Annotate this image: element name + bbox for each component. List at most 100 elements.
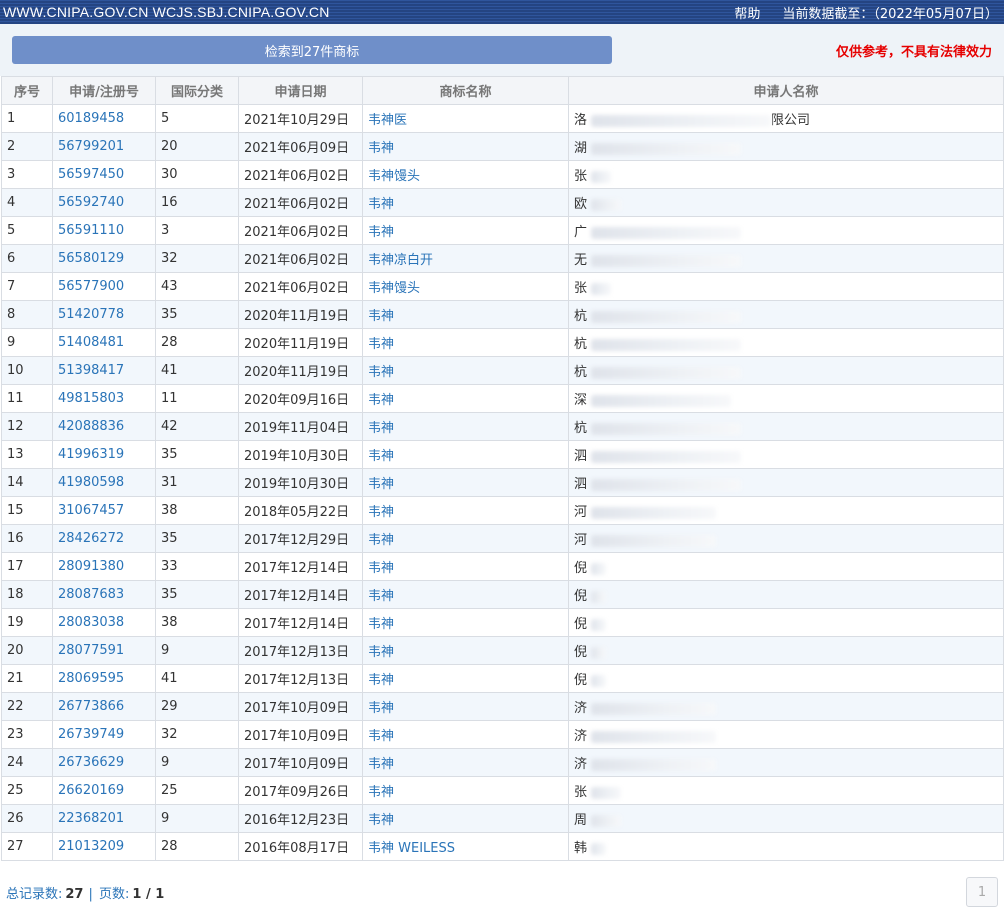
applicant-cell: 倪 (568, 636, 1004, 665)
table-row[interactable]: 23 26739749 32 2017年10月09日 韦神济 (1, 720, 1004, 749)
registration-number-link[interactable]: 26736629 (52, 748, 156, 777)
applicant-redacted (591, 814, 622, 827)
trademark-name-link[interactable]: 韦神 (362, 524, 569, 553)
registration-number-link[interactable]: 26620169 (52, 776, 156, 805)
result-toolbar: 检索到27件商标 仅供参考，不具有法律效力 (0, 24, 1004, 76)
table-row[interactable]: 22 26773866 29 2017年10月09日 韦神济 (1, 692, 1004, 721)
table-row[interactable]: 10 51398417 41 2020年11月19日 韦神杭 (1, 356, 1004, 385)
trademark-name-link[interactable]: 韦神 (362, 328, 569, 357)
registration-number-link[interactable]: 41980598 (52, 468, 156, 497)
registration-number-link[interactable]: 56799201 (52, 132, 156, 161)
table-row[interactable]: 5 56591110 3 2021年06月02日 韦神广 (1, 216, 1004, 245)
table-row[interactable]: 19 28083038 38 2017年12月14日 韦神倪 (1, 608, 1004, 637)
result-count-button[interactable]: 检索到27件商标 (12, 36, 612, 64)
registration-number-link[interactable]: 56592740 (52, 188, 156, 217)
trademark-name-link[interactable]: 韦神医 (362, 104, 569, 133)
table-row[interactable]: 14 41980598 31 2019年10月30日 韦神泗 (1, 468, 1004, 497)
table-row[interactable]: 27 21013209 28 2016年08月17日 韦神 WEILESS 韩 (1, 832, 1004, 861)
trademark-name-link[interactable]: 韦神 (362, 216, 569, 245)
trademark-name-link[interactable]: 韦神 (362, 580, 569, 609)
trademark-name-link[interactable]: 韦神 (362, 412, 569, 441)
registration-number-link[interactable]: 51420778 (52, 300, 156, 329)
column-header-class[interactable]: 国际分类 (155, 76, 239, 105)
table-row[interactable]: 8 51420778 35 2020年11月19日 韦神杭 (1, 300, 1004, 329)
trademark-name-link[interactable]: 韦神 (362, 496, 569, 525)
page-number-button[interactable]: 1 (966, 877, 998, 907)
table-row[interactable]: 4 56592740 16 2021年06月02日 韦神欧 (1, 188, 1004, 217)
table-row[interactable]: 21 28069595 41 2017年12月13日 韦神倪 (1, 664, 1004, 693)
column-header-index[interactable]: 序号 (1, 76, 53, 105)
trademark-name-link[interactable]: 韦神 (362, 748, 569, 777)
registration-number-link[interactable]: 56580129 (52, 244, 156, 273)
registration-number-link[interactable]: 42088836 (52, 412, 156, 441)
column-header-date[interactable]: 申请日期 (238, 76, 363, 105)
trademark-name-link[interactable]: 韦神 (362, 132, 569, 161)
trademark-name-link[interactable]: 韦神 (362, 356, 569, 385)
registration-number-link[interactable]: 56591110 (52, 216, 156, 245)
trademark-name-link[interactable]: 韦神 (362, 440, 569, 469)
table-row[interactable]: 17 28091380 33 2017年12月14日 韦神倪 (1, 552, 1004, 581)
table-row[interactable]: 1 60189458 5 2021年10月29日 韦神医洛 限公司 (1, 104, 1004, 133)
table-row[interactable]: 26 22368201 9 2016年12月23日 韦神周 (1, 804, 1004, 833)
trademark-name-link[interactable]: 韦神凉白开 (362, 244, 569, 273)
table-row[interactable]: 13 41996319 35 2019年10月30日 韦神泗 (1, 440, 1004, 469)
help-link[interactable]: 帮助 (734, 3, 760, 22)
registration-number-link[interactable]: 60189458 (52, 104, 156, 133)
site-links[interactable]: WWW.CNIPA.GOV.CN WCJS.SBJ.CNIPA.GOV.CN (3, 4, 330, 20)
table-row[interactable]: 9 51408481 28 2020年11月19日 韦神杭 (1, 328, 1004, 357)
table-row[interactable]: 6 56580129 32 2021年06月02日 韦神凉白开无 (1, 244, 1004, 273)
registration-number-link[interactable]: 28069595 (52, 664, 156, 693)
registration-number-link[interactable]: 31067457 (52, 496, 156, 525)
trademark-name-link[interactable]: 韦神 WEILESS (362, 832, 569, 861)
table-row[interactable]: 7 56577900 43 2021年06月02日 韦神馒头张 (1, 272, 1004, 301)
table-row[interactable]: 24 26736629 9 2017年10月09日 韦神济 (1, 748, 1004, 777)
registration-number-link[interactable]: 28083038 (52, 608, 156, 637)
international-class: 41 (155, 664, 239, 693)
registration-number-link[interactable]: 28087683 (52, 580, 156, 609)
row-index: 20 (1, 636, 53, 665)
registration-number-link[interactable]: 21013209 (52, 832, 156, 861)
trademark-name-link[interactable]: 韦神 (362, 804, 569, 833)
registration-number-link[interactable]: 28426272 (52, 524, 156, 553)
trademark-name-link[interactable]: 韦神 (362, 664, 569, 693)
registration-number-link[interactable]: 26773866 (52, 692, 156, 721)
trademark-name-link[interactable]: 韦神 (362, 468, 569, 497)
registration-number-link[interactable]: 28091380 (52, 552, 156, 581)
applicant-cell: 泗 (568, 468, 1004, 497)
registration-number-link[interactable]: 56577900 (52, 272, 156, 301)
application-date: 2021年06月09日 (238, 132, 363, 161)
registration-number-link[interactable]: 51398417 (52, 356, 156, 385)
table-row[interactable]: 16 28426272 35 2017年12月29日 韦神河 (1, 524, 1004, 553)
table-row[interactable]: 25 26620169 25 2017年09月26日 韦神张 (1, 776, 1004, 805)
trademark-name-link[interactable]: 韦神 (362, 608, 569, 637)
registration-number-link[interactable]: 22368201 (52, 804, 156, 833)
table-row[interactable]: 20 28077591 9 2017年12月13日 韦神倪 (1, 636, 1004, 665)
table-row[interactable]: 2 56799201 20 2021年06月09日 韦神湖 (1, 132, 1004, 161)
trademark-name-link[interactable]: 韦神 (362, 384, 569, 413)
registration-number-link[interactable]: 51408481 (52, 328, 156, 357)
registration-number-link[interactable]: 49815803 (52, 384, 156, 413)
table-row[interactable]: 3 56597450 30 2021年06月02日 韦神馒头张 (1, 160, 1004, 189)
trademark-name-link[interactable]: 韦神 (362, 552, 569, 581)
trademark-name-link[interactable]: 韦神 (362, 188, 569, 217)
registration-number-link[interactable]: 56597450 (52, 160, 156, 189)
trademark-name-link[interactable]: 韦神 (362, 300, 569, 329)
trademark-name-link[interactable]: 韦神 (362, 692, 569, 721)
registration-number-link[interactable]: 28077591 (52, 636, 156, 665)
table-row[interactable]: 12 42088836 42 2019年11月04日 韦神杭 (1, 412, 1004, 441)
column-header-reg-no[interactable]: 申请/注册号 (52, 76, 156, 105)
trademark-name-link[interactable]: 韦神馒头 (362, 272, 569, 301)
column-header-applicant[interactable]: 申请人名称 (568, 76, 1004, 105)
table-row[interactable]: 15 31067457 38 2018年05月22日 韦神河 (1, 496, 1004, 525)
registration-number-link[interactable]: 26739749 (52, 720, 156, 749)
table-row[interactable]: 18 28087683 35 2017年12月14日 韦神倪 (1, 580, 1004, 609)
column-header-trademark-name[interactable]: 商标名称 (362, 76, 569, 105)
registration-number-link[interactable]: 41996319 (52, 440, 156, 469)
trademark-name-link[interactable]: 韦神 (362, 776, 569, 805)
row-index: 19 (1, 608, 53, 637)
pagination-footer: 总记录数: 27 | 页数: 1 / 1 1 (0, 872, 1004, 912)
trademark-name-link[interactable]: 韦神 (362, 720, 569, 749)
trademark-name-link[interactable]: 韦神馒头 (362, 160, 569, 189)
table-row[interactable]: 11 49815803 11 2020年09月16日 韦神深 (1, 384, 1004, 413)
trademark-name-link[interactable]: 韦神 (362, 636, 569, 665)
